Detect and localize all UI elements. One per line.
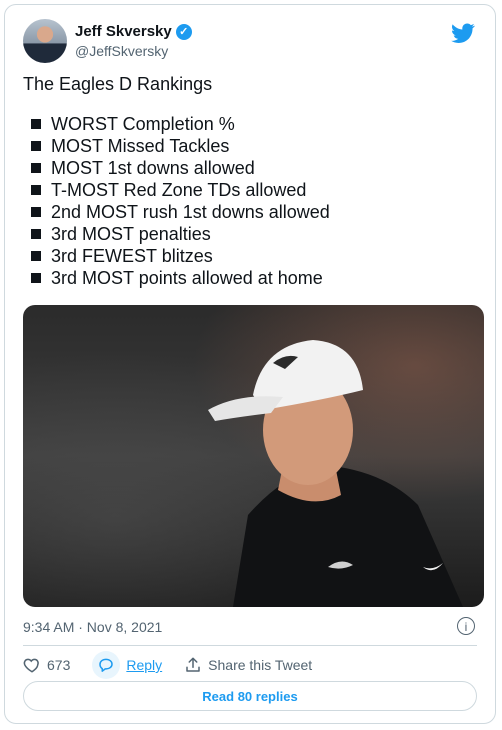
square-bullet-icon — [31, 273, 41, 283]
author-avatar[interactable] — [23, 19, 67, 63]
reply-button[interactable]: Reply — [92, 651, 162, 679]
like-count: 673 — [47, 657, 71, 673]
tweet-body: The Eagles D Rankings WORST Completion %… — [23, 73, 330, 289]
square-bullet-icon — [31, 207, 41, 217]
reply-icon-wrap — [92, 651, 121, 679]
list-item: 3rd MOST penalties — [23, 223, 330, 245]
share-button[interactable]: Share this Tweet — [184, 656, 312, 674]
list-item: 3rd MOST points allowed at home — [23, 267, 330, 289]
square-bullet-icon — [31, 251, 41, 261]
list-item-text: WORST Completion % — [51, 114, 235, 134]
author-name[interactable]: Jeff Skversky — [75, 23, 172, 40]
divider — [23, 645, 477, 646]
list-item: 2nd MOST rush 1st downs allowed — [23, 201, 330, 223]
list-item: 3rd FEWEST blitzes — [23, 245, 330, 267]
tweet-timestamp[interactable]: 9:34 AM · Nov 8, 2021 — [23, 619, 162, 635]
list-item-text: MOST 1st downs allowed — [51, 158, 255, 178]
list-item: WORST Completion % — [23, 113, 330, 135]
coach-photo-illustration — [208, 340, 463, 607]
verified-badge-icon: ✓ — [175, 23, 192, 40]
share-label: Share this Tweet — [208, 657, 313, 673]
like-button[interactable]: 673 — [23, 656, 70, 674]
list-item-text: 3rd MOST penalties — [51, 224, 211, 244]
list-item-text: 3rd FEWEST blitzes — [51, 246, 213, 266]
tweet-heading: The Eagles D Rankings — [23, 74, 213, 94]
square-bullet-icon — [31, 163, 41, 173]
list-item-text: 2nd MOST rush 1st downs allowed — [51, 202, 330, 222]
tweet-card: Jeff Skversky ✓ @JeffSkversky The Eagles… — [4, 4, 496, 724]
square-bullet-icon — [31, 119, 41, 129]
square-bullet-icon — [31, 185, 41, 195]
info-icon[interactable]: i — [457, 617, 475, 635]
rankings-list: WORST Completion % MOST Missed Tackles M… — [23, 113, 330, 289]
square-bullet-icon — [31, 229, 41, 239]
read-replies-button[interactable]: Read 80 replies — [23, 681, 477, 711]
tweet-actions: 673 Reply Share this Tweet — [23, 651, 334, 679]
reply-label: Reply — [126, 657, 163, 673]
list-item: MOST 1st downs allowed — [23, 157, 330, 179]
author-name-row: Jeff Skversky ✓ — [75, 23, 192, 40]
tweet-photo[interactable] — [23, 305, 484, 607]
list-item: MOST Missed Tackles — [23, 135, 330, 157]
list-item-text: T-MOST Red Zone TDs allowed — [51, 180, 307, 200]
heart-icon — [23, 658, 39, 673]
list-item: T-MOST Red Zone TDs allowed — [23, 179, 330, 201]
share-icon — [186, 657, 200, 672]
list-item-text: MOST Missed Tackles — [51, 136, 230, 156]
twitter-bird-icon[interactable] — [451, 21, 475, 45]
reply-icon — [99, 658, 114, 672]
author-handle[interactable]: @JeffSkversky — [75, 43, 168, 59]
square-bullet-icon — [31, 141, 41, 151]
list-item-text: 3rd MOST points allowed at home — [51, 268, 323, 288]
